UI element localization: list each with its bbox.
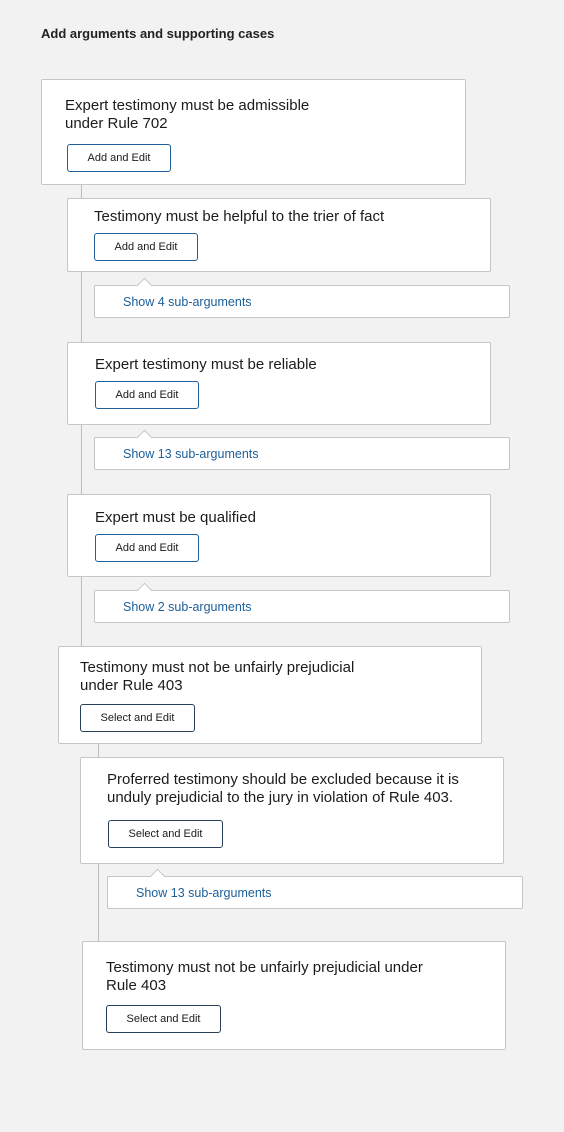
argument-title: Testimony must not be unfairly prejudici… <box>106 959 423 994</box>
argument-card: Testimony must not be unfairly prejudici… <box>82 941 506 1050</box>
caret-up-icon <box>136 277 153 294</box>
caret-up-icon <box>149 868 166 885</box>
show-sub-arguments-toggle[interactable]: Show 13 sub-arguments <box>107 868 523 909</box>
argument-card: Proferred testimony should be excluded b… <box>80 757 504 864</box>
show-sub-arguments-label: Show 4 sub-arguments <box>123 295 252 309</box>
show-sub-arguments-label: Show 13 sub-arguments <box>136 886 272 900</box>
argument-title: Testimony must not be unfairly prejudici… <box>80 659 355 694</box>
argument-title: Expert testimony must be admissible unde… <box>65 97 310 132</box>
add-and-edit-button[interactable]: Add and Edit <box>95 534 199 562</box>
page-title: Add arguments and supporting cases <box>41 26 275 41</box>
argument-card: Expert testimony must be admissible unde… <box>41 79 466 185</box>
select-and-edit-button[interactable]: Select and Edit <box>106 1005 221 1033</box>
add-and-edit-button[interactable]: Add and Edit <box>95 381 199 409</box>
caret-up-icon <box>136 429 153 446</box>
show-sub-arguments-toggle[interactable]: Show 13 sub-arguments <box>94 429 510 470</box>
show-sub-arguments-label: Show 13 sub-arguments <box>123 447 259 461</box>
argument-card: Expert testimony must be reliable Add an… <box>67 342 491 425</box>
argument-card: Testimony must not be unfairly prejudici… <box>58 646 482 744</box>
argument-title: Testimony must be helpful to the trier o… <box>94 208 385 225</box>
caret-up-icon <box>136 582 153 599</box>
argument-card: Expert must be qualified Add and Edit <box>67 494 491 577</box>
show-sub-arguments-label: Show 2 sub-arguments <box>123 600 252 614</box>
show-sub-arguments-toggle[interactable]: Show 4 sub-arguments <box>94 277 510 318</box>
select-and-edit-button[interactable]: Select and Edit <box>80 704 195 732</box>
select-and-edit-button[interactable]: Select and Edit <box>108 820 223 848</box>
argument-card: Testimony must be helpful to the trier o… <box>67 198 491 272</box>
argument-title: Expert must be qualified <box>95 509 256 526</box>
arguments-page: Add arguments and supporting cases Exper… <box>0 0 564 1132</box>
argument-title: Proferred testimony should be excluded b… <box>107 771 459 806</box>
argument-title: Expert testimony must be reliable <box>95 356 317 373</box>
add-and-edit-button[interactable]: Add and Edit <box>94 233 198 261</box>
show-sub-arguments-toggle[interactable]: Show 2 sub-arguments <box>94 582 510 623</box>
add-and-edit-button[interactable]: Add and Edit <box>67 144 171 172</box>
